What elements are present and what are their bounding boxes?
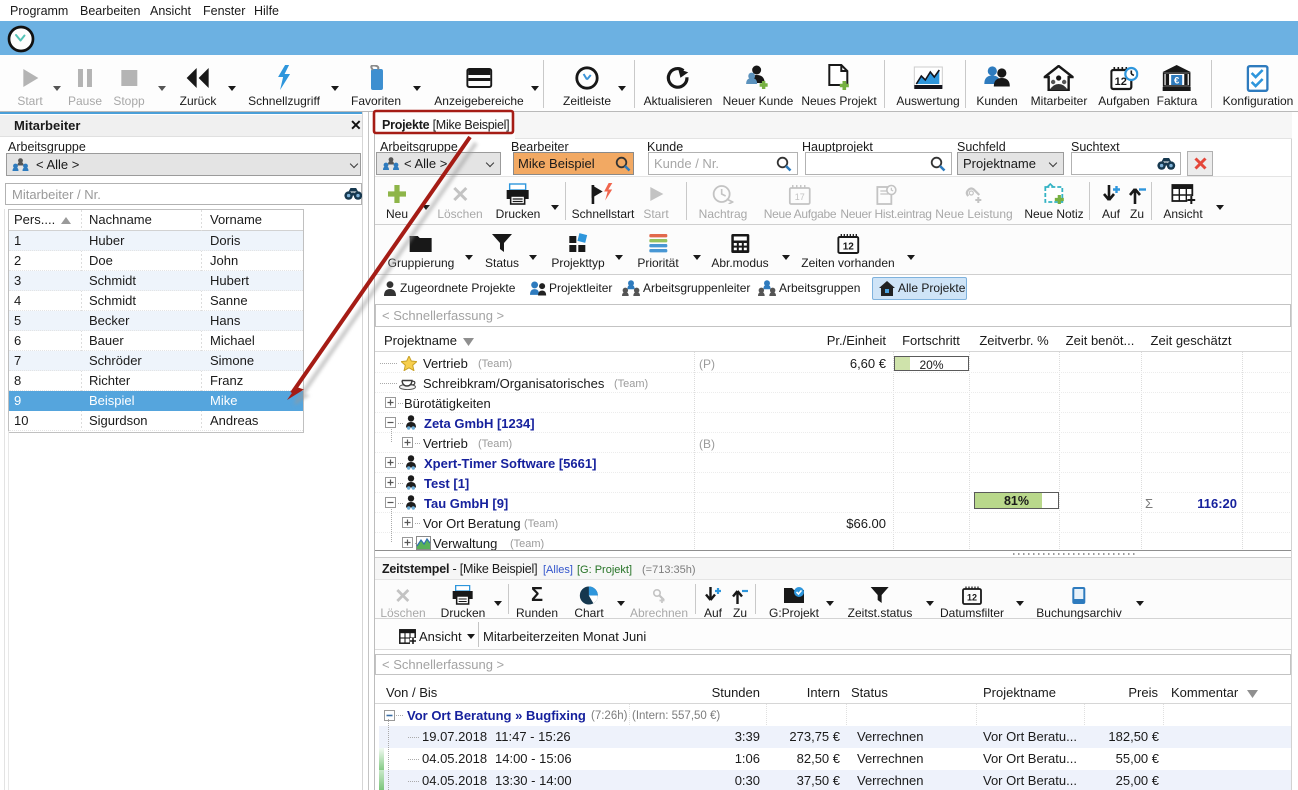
svg-text:17: 17 xyxy=(795,192,805,202)
svg-text:12: 12 xyxy=(967,592,977,602)
svg-text:12: 12 xyxy=(842,241,854,252)
svg-text:€: € xyxy=(1174,76,1180,87)
svg-text:12: 12 xyxy=(1114,76,1126,88)
